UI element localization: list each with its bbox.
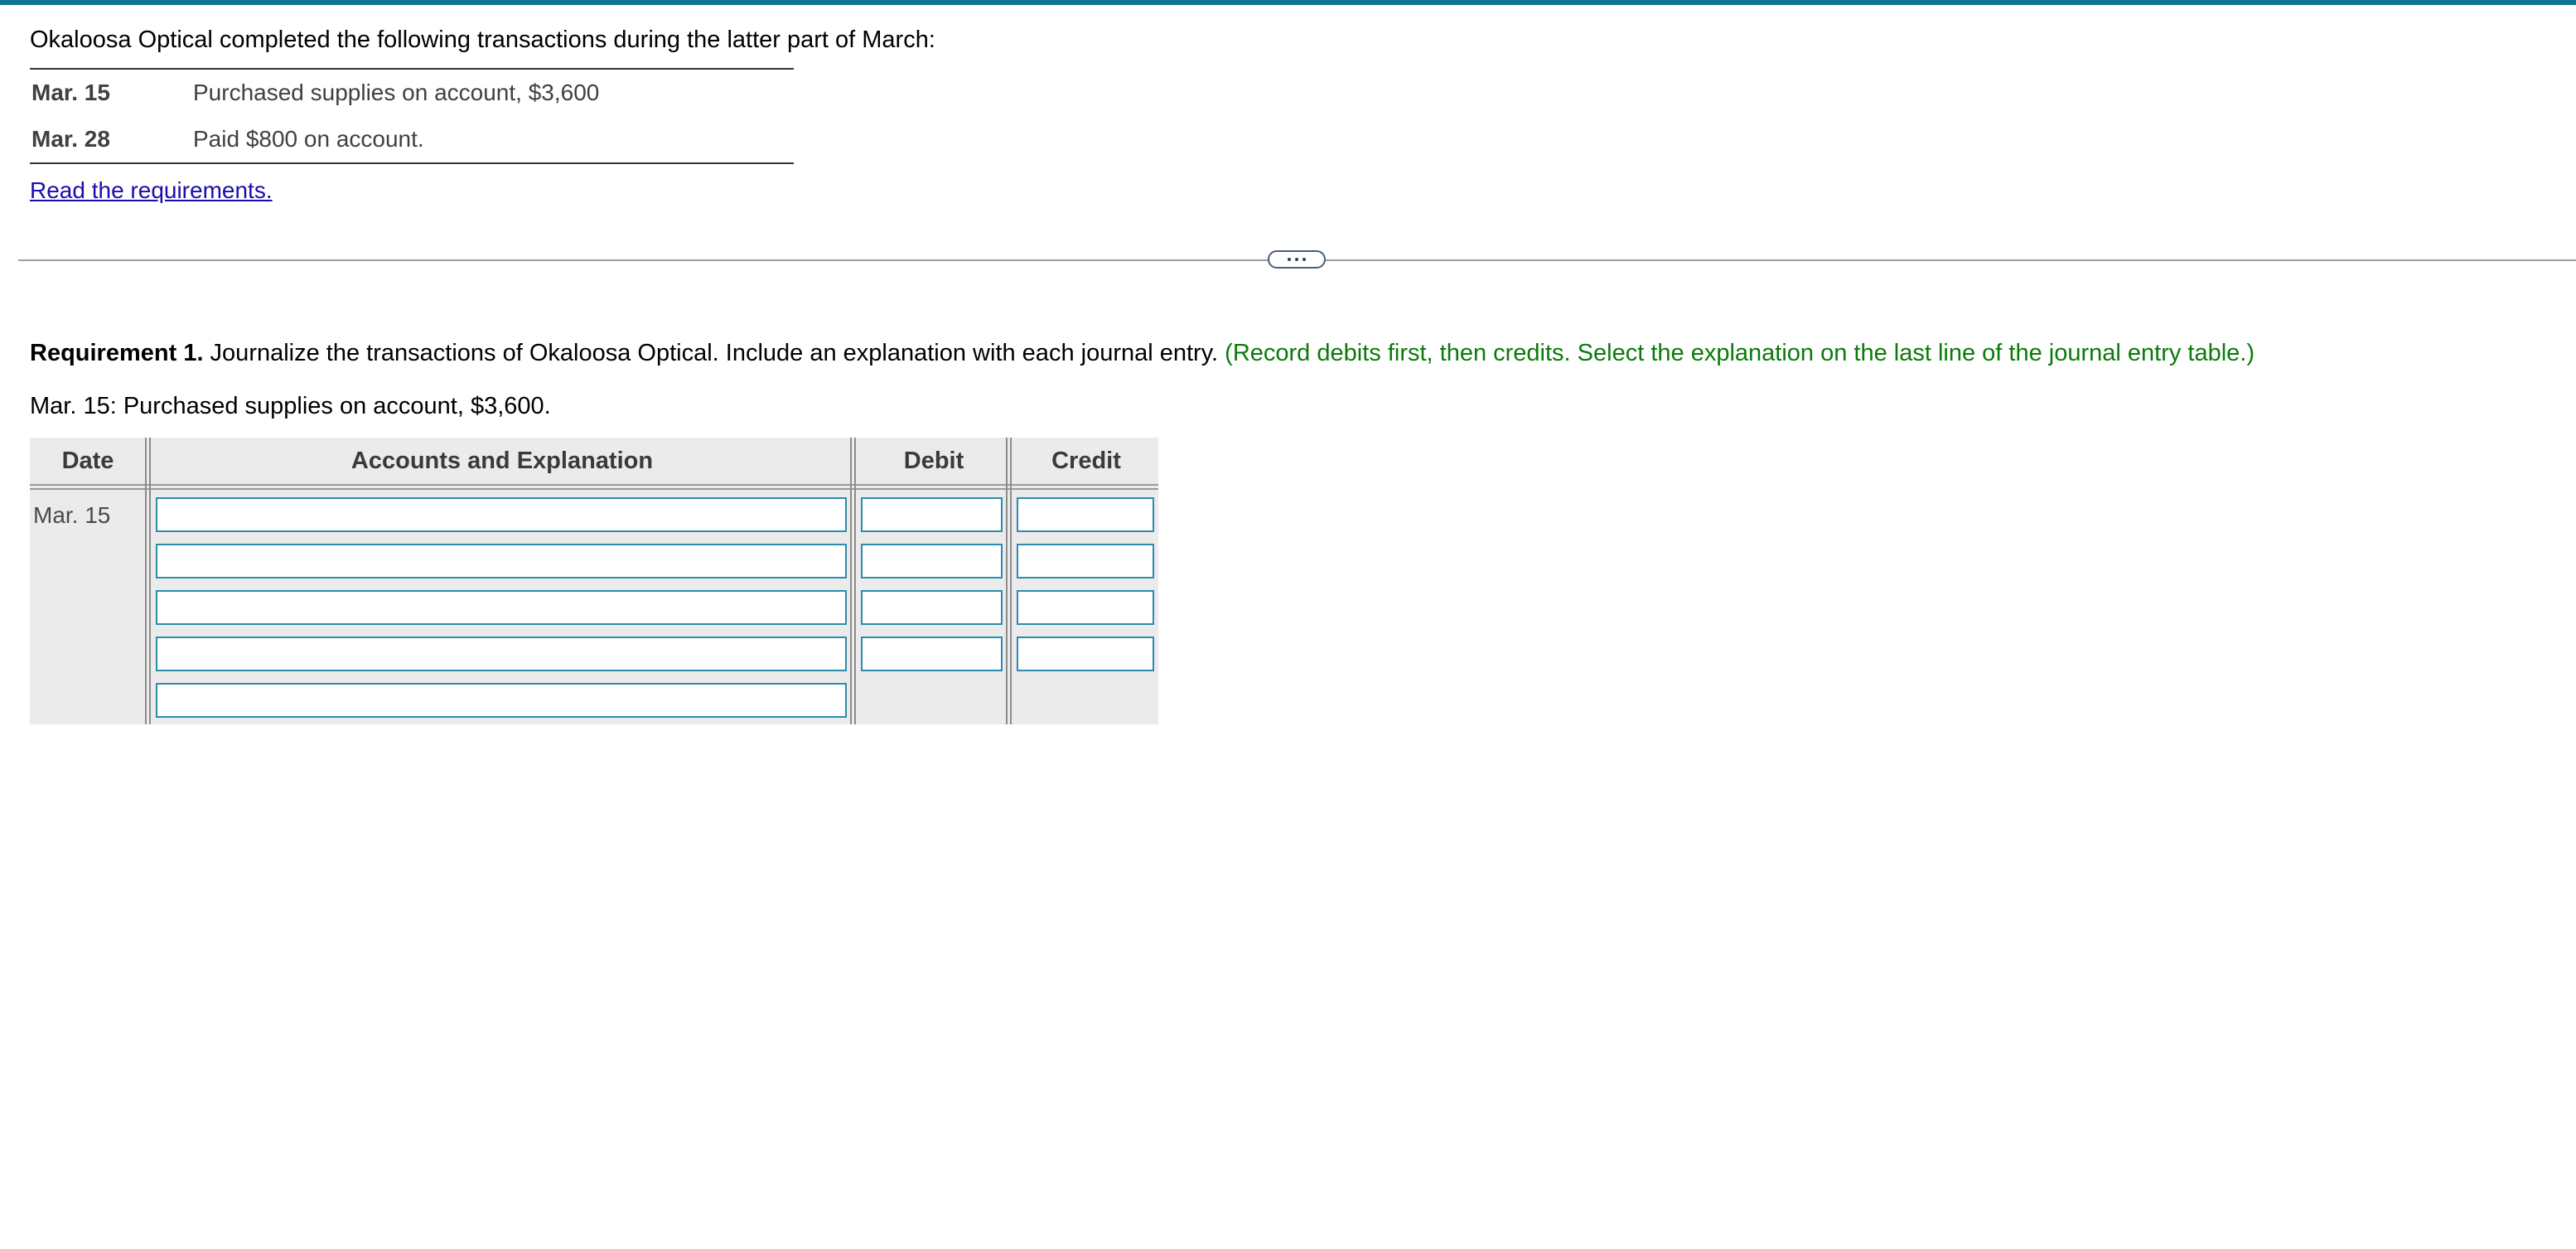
column-rule [850, 438, 852, 724]
ellipsis-icon [1295, 258, 1298, 261]
column-rule [145, 438, 147, 724]
journal-entry-label: Mar. 15: Purchased supplies on account, … [30, 393, 551, 419]
account-input[interactable] [156, 637, 847, 671]
column-rule [1010, 438, 1012, 724]
requirement-title: Requirement 1. [30, 340, 204, 366]
requirement-instructions: Requirement 1. Journalize the transactio… [30, 338, 2255, 368]
credit-input[interactable] [1017, 544, 1154, 579]
read-requirements-link[interactable]: Read the requirements. [30, 177, 273, 204]
expand-handle-button[interactable] [1268, 250, 1326, 269]
credit-column-header: Credit [1051, 447, 1121, 474]
explanation-input[interactable] [156, 683, 847, 718]
ellipsis-icon [1302, 258, 1306, 261]
account-input[interactable] [156, 497, 847, 532]
header-rule [30, 488, 1158, 490]
problem-intro: Okaloosa Optical completed the following… [30, 27, 935, 53]
column-rule [1006, 438, 1008, 724]
requirement-note: (Record debits first, then credits. Sele… [1225, 340, 2255, 366]
account-input[interactable] [156, 590, 847, 625]
accounts-column-header: Accounts and Explanation [350, 447, 654, 474]
debit-input[interactable] [861, 497, 1003, 532]
transaction-date: Mar. 15 [31, 80, 110, 105]
transactions-table: Mar. 15 Purchased supplies on account, $… [30, 68, 794, 164]
debit-input[interactable] [861, 590, 1003, 625]
transaction-description: Purchased supplies on account, $3,600 [193, 80, 600, 105]
debit-input[interactable] [861, 637, 1003, 671]
date-column-header: Date [61, 447, 114, 474]
entry-date: Mar. 15 [33, 502, 111, 528]
credit-input[interactable] [1017, 497, 1154, 532]
credit-input[interactable] [1017, 637, 1154, 671]
debit-column-header: Debit [903, 447, 964, 474]
transaction-row: Mar. 28 Paid $800 on account. [30, 116, 794, 162]
ellipsis-icon [1288, 258, 1291, 261]
requirement-text: Journalize the transactions of Okaloosa … [203, 340, 1225, 366]
column-rule [149, 438, 151, 724]
transaction-date: Mar. 28 [31, 126, 110, 152]
transaction-row: Mar. 15 Purchased supplies on account, $… [30, 70, 794, 116]
top-accent-bar [0, 0, 2576, 5]
journal-entry-table: Date Accounts and Explanation Debit Cred… [30, 438, 1158, 724]
column-rule [854, 438, 856, 724]
account-input[interactable] [156, 544, 847, 579]
credit-input[interactable] [1017, 590, 1154, 625]
header-rule [30, 484, 1158, 486]
transaction-description: Paid $800 on account. [193, 126, 424, 152]
debit-input[interactable] [861, 544, 1003, 579]
